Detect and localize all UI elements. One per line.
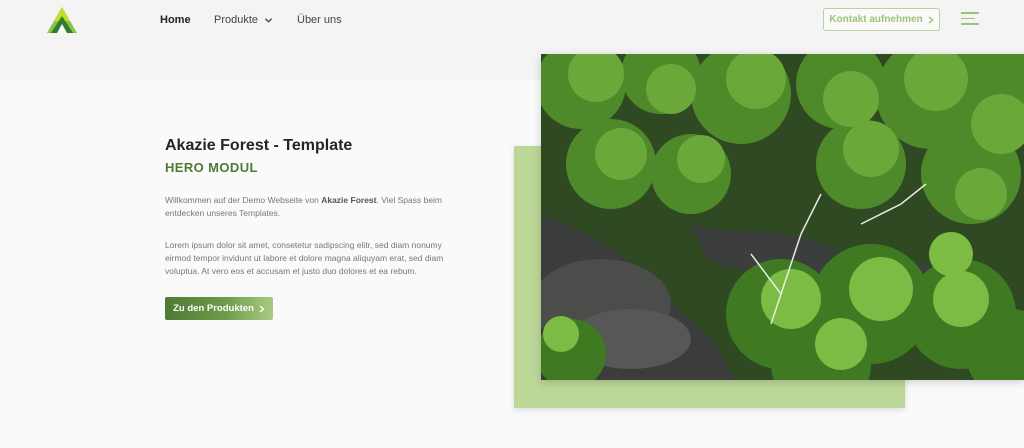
chevron-down-icon xyxy=(264,17,273,23)
hero-forest-image xyxy=(541,54,1024,380)
hero-intro: Willkommen auf der Demo Webseite von Aka… xyxy=(165,194,465,220)
products-cta-button[interactable]: Zu den Produkten xyxy=(165,297,273,320)
nav-item-ueber-uns[interactable]: Über uns xyxy=(297,14,342,26)
hero-intro-prefix: Willkommen auf der Demo Webseite von xyxy=(165,195,322,205)
hero-body-text: Lorem ipsum dolor sit amet, consetetur s… xyxy=(165,240,444,276)
chevron-right-icon xyxy=(928,15,934,24)
chevron-right-icon xyxy=(259,304,265,313)
nav-item-produkte[interactable]: Produkte xyxy=(214,14,273,26)
navbar: Home Produkte Über uns Kontakt aufnehmen xyxy=(0,0,1024,40)
nav-item-home[interactable]: Home xyxy=(160,14,191,26)
contact-button[interactable]: Kontakt aufnehmen xyxy=(823,8,940,31)
nav-item-home-label: Home xyxy=(160,14,191,26)
hero-intro-brand: Akazie Forest xyxy=(321,195,377,205)
products-cta-label: Zu den Produkten xyxy=(173,303,254,314)
logo-icon[interactable] xyxy=(46,6,78,34)
contact-button-label: Kontakt aufnehmen xyxy=(829,14,923,25)
hero-subtitle: HERO MODUL xyxy=(165,160,258,175)
nav-item-ueber-uns-label: Über uns xyxy=(297,14,342,26)
nav-item-produkte-label: Produkte xyxy=(214,14,259,26)
hero-title: Akazie Forest - Template xyxy=(165,137,353,154)
hamburger-menu-icon[interactable] xyxy=(961,12,979,26)
